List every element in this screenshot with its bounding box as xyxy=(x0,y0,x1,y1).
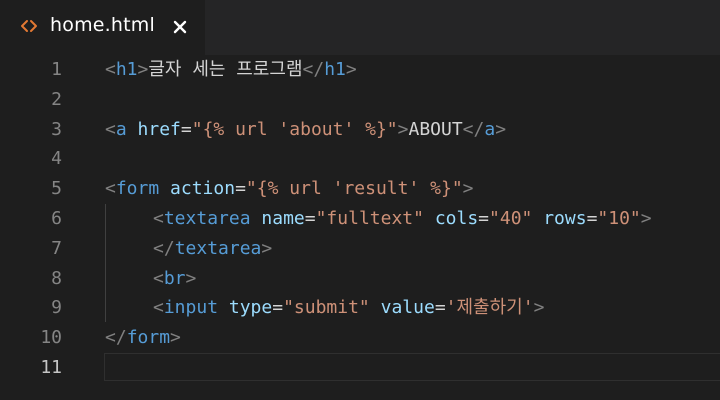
line-number: 7 xyxy=(51,237,62,259)
code-line[interactable]: 3 <a href="{% url 'about' %}">ABOUT</a> xyxy=(0,115,720,145)
code-token-str: "{% url 'about' %}" xyxy=(191,118,398,140)
code-token-eq: = xyxy=(586,208,598,229)
code-token-str: "fulltext" xyxy=(315,208,424,229)
code-token-punct: </ xyxy=(153,237,175,259)
code-text: <textarea name="fulltext" cols="40" rows… xyxy=(153,204,652,234)
code-text: <a href="{% url 'about' %}">ABOUT</a> xyxy=(105,115,506,145)
line-number: 11 xyxy=(40,357,62,378)
code-token-punct: </ xyxy=(462,118,485,140)
tab-bar: home.html xyxy=(0,0,720,55)
code-token-attr: value xyxy=(380,297,435,319)
code-text: <form action="{% url 'result' %}"> xyxy=(105,174,474,204)
tab-label: home.html xyxy=(50,14,155,36)
code-token-tag: form xyxy=(126,327,171,349)
code-token-punct: < xyxy=(153,267,164,289)
line-number: 1 xyxy=(51,59,62,80)
code-line[interactable]: 1 <h1>글자 세는 프로그램</h1> xyxy=(0,55,720,85)
code-token-attr: action xyxy=(170,178,236,200)
code-text: </form> xyxy=(105,323,181,353)
code-token-tag: a xyxy=(484,118,496,140)
line-number: 10 xyxy=(40,327,62,349)
code-line[interactable]: 8 <br> xyxy=(0,264,720,294)
code-token-attr: cols xyxy=(434,208,479,229)
code-token-str: '제출하기' xyxy=(445,297,534,319)
code-token-str: "submit" xyxy=(283,297,370,319)
code-token-attr: type xyxy=(228,297,273,319)
code-token-punct: > xyxy=(397,118,409,140)
code-token-punct: > xyxy=(495,118,507,140)
code-token-punct: < xyxy=(105,118,116,140)
code-token-punct: > xyxy=(170,327,181,349)
code-token-punct: > xyxy=(640,208,652,229)
code-token-tag: textarea xyxy=(174,237,262,259)
code-token-eq: = xyxy=(478,208,490,229)
line-number: 9 xyxy=(51,297,62,319)
code-token-punct: > xyxy=(345,59,357,80)
code-token-eq: = xyxy=(180,118,192,140)
code-token-str: "{% url 'result' %}" xyxy=(245,178,463,200)
code-token-punct: > xyxy=(185,267,197,289)
line-number: 2 xyxy=(51,88,62,110)
code-line[interactable]: 7 </textarea> xyxy=(0,234,720,264)
code-token-tag: input xyxy=(163,297,219,319)
code-token-tag: form xyxy=(115,178,160,200)
code-token-attr: rows xyxy=(543,208,587,229)
code-line[interactable]: 2 xyxy=(0,85,720,115)
code-text: <br> xyxy=(153,264,196,294)
code-token-tag: textarea xyxy=(163,208,251,229)
code-token-attr: name xyxy=(261,208,305,229)
code-line[interactable]: 5 <form action="{% url 'result' %}"> xyxy=(0,174,720,204)
tab-home-html[interactable]: home.html xyxy=(0,0,205,55)
code-token-str: "40" xyxy=(489,208,533,229)
code-token-eq: = xyxy=(434,297,446,319)
code-token-punct: > xyxy=(533,297,545,319)
code-text: </textarea> xyxy=(153,234,272,264)
code-token-attr: href xyxy=(137,118,181,140)
code-text: <h1>글자 세는 프로그램</h1> xyxy=(105,55,357,85)
code-token-punct: </ xyxy=(105,327,127,349)
code-token-eq: = xyxy=(272,297,284,319)
close-icon[interactable] xyxy=(172,19,188,35)
code-token-punct: > xyxy=(261,237,273,259)
code-brackets-icon xyxy=(19,16,39,36)
line-number: 8 xyxy=(51,267,62,289)
code-token-tag: a xyxy=(115,118,127,140)
code-token-punct: < xyxy=(105,59,116,80)
code-editor[interactable]: home.html 1 <h1>글자 세는 프로그램</h1> 2 3 <a href=… xyxy=(0,0,720,400)
code-line[interactable]: 4 xyxy=(0,144,720,174)
line-number: 3 xyxy=(51,118,62,140)
code-token-tag: h1 xyxy=(115,59,138,80)
code-token-eq: = xyxy=(235,178,246,200)
code-token-str: "10" xyxy=(597,208,641,229)
code-line[interactable]: 9 <input type="submit" value='제출하기'> xyxy=(0,293,720,323)
code-token-punct: < xyxy=(105,178,116,200)
code-token-eq: = xyxy=(304,208,316,229)
code-line[interactable]: 11 xyxy=(0,353,720,383)
code-line[interactable]: 6 <textarea name="fulltext" cols="40" row… xyxy=(0,204,720,234)
code-line[interactable]: 10 </form> xyxy=(0,323,720,353)
code-token-punct: </ xyxy=(302,59,325,80)
code-token-punct: < xyxy=(153,297,164,319)
code-text: <input type="submit" value='제출하기'> xyxy=(153,293,544,323)
code-token-tag: br xyxy=(163,267,186,289)
code-token-tag: h1 xyxy=(324,59,346,80)
code-token-punct: > xyxy=(137,59,149,80)
code-token-punct: > xyxy=(462,178,474,200)
code-token-text: ABOUT xyxy=(408,118,463,140)
line-number: 4 xyxy=(51,148,62,170)
line-number: 6 xyxy=(51,208,62,229)
code-token-text: 글자 세는 프로그램 xyxy=(148,59,303,80)
code-token-punct: < xyxy=(153,208,164,229)
line-number: 5 xyxy=(51,178,62,200)
